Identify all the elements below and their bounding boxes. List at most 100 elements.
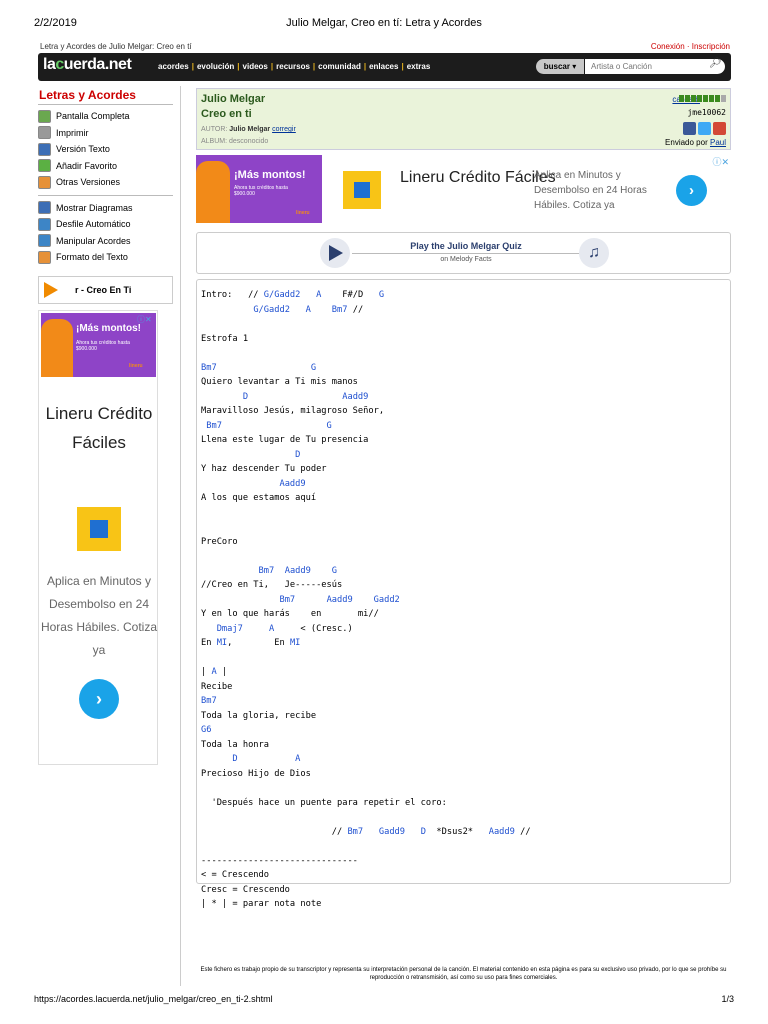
quiz-play-icon[interactable] [320,238,350,268]
audio-player[interactable]: r - Creo En Ti [38,276,173,304]
chord[interactable]: Bm7 [206,421,222,431]
ad-title[interactable]: Lineru Crédito Fáciles [39,399,159,457]
chord[interactable]: Aadd9 [327,595,353,605]
sidebar-item-items2-1[interactable]: Desfile Automático [38,216,173,233]
quiz-title[interactable]: Play the Julio Melgar Quiz [352,241,580,251]
nav-item-5[interactable]: enlaces [369,62,398,71]
sidebar-item-items-3[interactable]: Añadir Favorito [38,158,173,175]
lyric-text: //Creo en Ti, Je-----esús [201,580,343,590]
print-page: 1/3 [721,994,734,1004]
play-icon[interactable] [44,282,58,298]
logo-text-end: uerda.net [63,56,132,73]
search-icon[interactable]: 🔎︎ [709,58,722,69]
ad-close-icon[interactable]: ⓘ✕ [137,314,152,325]
chord[interactable]: G [379,290,384,300]
lyric-text: // [347,304,364,315]
sidebar-item-items-4[interactable]: Otras Versiones [38,174,173,191]
chord[interactable]: MI [290,638,300,648]
music-note-icon[interactable]: ♫ [579,238,609,268]
lyric-text [300,290,316,300]
main-ad-logo-icon [343,171,381,209]
facebook-icon[interactable] [683,122,696,135]
chord[interactable]: Gadd9 [379,827,405,837]
lyrics-text: Intro: // G/Gadd2 A F#/D G G/Gadd2 A Bm7… [201,288,531,912]
sidebar-item-label: Mostrar Diagramas [56,202,133,213]
sidebar-item-items2-0[interactable]: Mostrar Diagramas [38,200,173,217]
sidebar-item-label: Versión Texto [56,144,110,155]
chord[interactable]: A [295,754,300,764]
chord[interactable]: Aadd9 [279,479,305,489]
sidebar-tools: Pantalla Completa Imprimir Versión Texto Añ… [38,108,173,191]
chord[interactable]: D [295,450,300,460]
quality-bar [715,95,720,102]
sidebar-item-label: Otras Versiones [56,177,121,188]
sidebar-item-items-0[interactable]: Pantalla Completa [38,108,173,125]
lyric-text [201,595,279,605]
nav-separator: | [401,62,404,71]
nav-item-3[interactable]: recursos [276,62,310,71]
correct-link[interactable]: corregir [272,126,296,133]
sidebar-item-items2-2[interactable]: Manipular Acordes [38,233,173,250]
song-title: Creo en ti [201,108,252,120]
ad-arrow-button[interactable]: › [79,679,119,719]
chord[interactable]: G [327,421,332,431]
artist-name[interactable]: Julio Melgar [201,93,265,105]
nav-item-0[interactable]: acordes [158,62,189,71]
sent-user-link[interactable]: Paul [710,138,726,147]
quiz-widget[interactable]: Play the Julio Melgar Quiz on Melody Fac… [196,232,731,274]
sidebar-item-label: Imprimir [56,127,89,138]
twitter-icon[interactable] [698,122,711,135]
lyric-text: Precioso Hijo de Dios [201,768,311,779]
chord[interactable]: G [311,363,316,373]
search-type-button[interactable]: buscar ▾ [536,59,584,74]
chord[interactable]: Bm7 [259,566,275,576]
sidebar-title: Letras y Acordes [38,86,173,105]
ad-person-image [41,319,73,377]
chord[interactable]: Aadd9 [489,827,515,837]
chord[interactable]: Dmaj7 [217,624,243,634]
breadcrumb: Letra y Acordes de Julio Melgar: Creo en… [40,42,192,51]
nav-item-6[interactable]: extras [407,62,431,71]
chord[interactable]: G/Gadd2 [264,290,301,300]
nav-item-1[interactable]: evolución [197,62,234,71]
nav-item-2[interactable]: videos [243,62,268,71]
search-input[interactable] [585,59,725,74]
main-ad-banner[interactable]: ¡Más montos! Ahora tus créditos hasta $9… [196,155,322,223]
chord[interactable]: Bm7 [201,696,217,706]
sidebar-ad[interactable]: ¡Más montos! Ahora tus créditos hasta $9… [38,310,158,765]
main-ad-title[interactable]: Lineru Crédito Fáciles [400,167,556,189]
sidebar-item-items-2[interactable]: Versión Texto [38,141,173,158]
main-ad[interactable]: ¡Más montos! Ahora tus créditos hasta $9… [196,155,731,225]
sidebar-item-items2-3[interactable]: Formato del Texto [38,249,173,266]
login-link[interactable]: Conexión · Inscripción [651,42,730,51]
chord[interactable]: MI [217,638,227,648]
chord[interactable]: G6 [201,725,211,735]
nav-separator: | [363,62,367,71]
album-label: ALBUM: [201,138,228,145]
main-ad-close-icon[interactable]: ⓘ✕ [712,155,729,168]
nav-item-4[interactable]: comunidad [318,62,361,71]
chord[interactable]: Aadd9 [342,392,368,402]
chord[interactable]: Bm7 [347,827,363,837]
chord[interactable]: G/Gadd2 [253,305,290,315]
lyric-text: Quiero levantar a Ti mis manos [201,377,358,387]
google-plus-icon[interactable] [713,122,726,135]
site-logo[interactable]: lacuerda.net [43,56,132,74]
sidebar-item-items-1[interactable]: Imprimir [38,125,173,142]
chord[interactable]: Aadd9 [285,566,311,576]
chord[interactable]: G [332,566,337,576]
quality-bar [691,95,696,102]
lyric-text: Estrofa 1 [201,333,249,344]
lyric-text [222,421,327,431]
main-ad-banner-logo: lineru [296,210,310,216]
chord[interactable]: Bm7 [332,305,348,315]
lyric-text [201,479,279,489]
main-ad-arrow-button[interactable]: › [676,175,707,206]
lyric-text [201,566,259,576]
chord[interactable]: Gadd2 [374,595,400,605]
chord[interactable]: Bm7 [279,595,295,605]
lyric-text [201,754,232,764]
quality-meter [679,95,726,102]
chord[interactable]: Bm7 [201,363,217,373]
lyric-text: Y haz descender Tu poder [201,464,327,474]
